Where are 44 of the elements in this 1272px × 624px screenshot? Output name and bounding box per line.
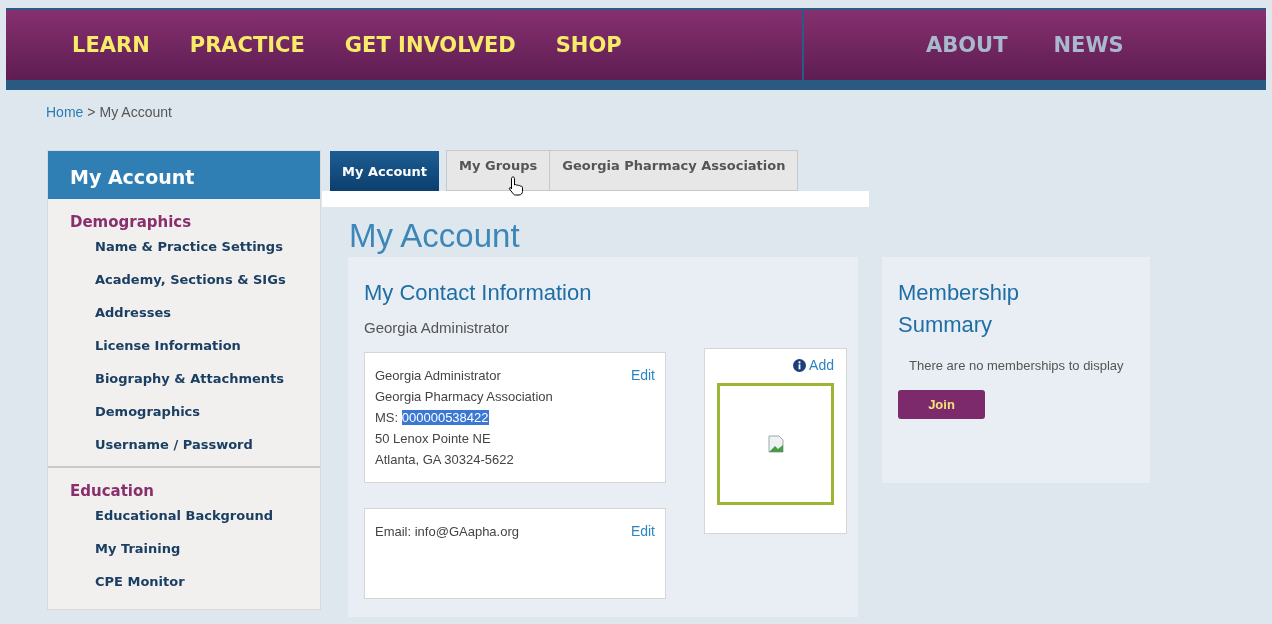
- section-heading: Demographics: [70, 213, 193, 231]
- sidebar-item[interactable]: Name & Practice Settings: [70, 237, 320, 256]
- nav-link[interactable]: PRACTICE: [189, 33, 305, 57]
- nav-link[interactable]: LEARN: [72, 33, 150, 57]
- sidebar-item[interactable]: Addresses: [70, 303, 320, 322]
- address-line: Georgia Administrator: [375, 367, 502, 385]
- edit-link[interactable]: Edit: [630, 365, 655, 470]
- breadcrumb-link[interactable]: Home: [46, 104, 84, 126]
- address-line: 50 Lenox Pointe NE: [375, 430, 492, 448]
- hand-cursor-icon: [508, 176, 524, 196]
- member-id: 000000538422: [401, 410, 489, 425]
- address-line: Atlanta, GA 30324-5622: [375, 451, 515, 469]
- nav-link[interactable]: ABOUT: [926, 33, 1008, 57]
- contact-name: Georgia Administrator: [364, 319, 511, 336]
- address-line: Georgia Pharmacy Association: [375, 388, 553, 406]
- sidebar-item[interactable]: Username / Password: [70, 435, 320, 454]
- join-button[interactable]: Join: [898, 390, 985, 419]
- edit-link[interactable]: Edit: [630, 521, 655, 586]
- empty-message: There are no memberships to display: [909, 357, 1125, 375]
- section-heading: Education: [70, 482, 155, 500]
- breadcrumb-separator: >: [87, 104, 96, 122]
- info-icon: [793, 358, 807, 372]
- sidebar-item[interactable]: My Training: [70, 539, 320, 558]
- sidebar-item[interactable]: CPE Monitor: [70, 572, 320, 591]
- broken-image-icon: [767, 435, 784, 453]
- panel-heading: My Contact Information: [364, 279, 593, 307]
- tab[interactable]: My Account: [330, 151, 440, 191]
- sidebar-item[interactable]: Academy, Sections & SIGs: [70, 270, 320, 289]
- member-id-label: MS:: [375, 410, 399, 425]
- panel-heading: Membership Summary: [898, 279, 1021, 339]
- nav-link[interactable]: NEWS: [1053, 33, 1124, 57]
- tab[interactable]: My Groups: [446, 150, 551, 191]
- add-link[interactable]: Add: [809, 357, 834, 373]
- breadcrumb-current: My Account: [99, 104, 172, 122]
- sidebar-item[interactable]: Biography & Attachments: [70, 369, 320, 388]
- email-text: Email: info@GAapha.org: [375, 523, 519, 541]
- sidebar-item[interactable]: Demographics: [70, 402, 320, 421]
- sidebar-item[interactable]: License Information: [70, 336, 320, 355]
- nav-link[interactable]: GET INVOLVED: [344, 33, 516, 57]
- nav-link[interactable]: SHOP: [555, 33, 622, 57]
- sidebar-title: My Account: [48, 151, 320, 199]
- sidebar-item[interactable]: Educational Background: [70, 506, 320, 525]
- tab[interactable]: Georgia Pharmacy Association: [550, 150, 799, 191]
- page-title: My Account: [349, 217, 521, 256]
